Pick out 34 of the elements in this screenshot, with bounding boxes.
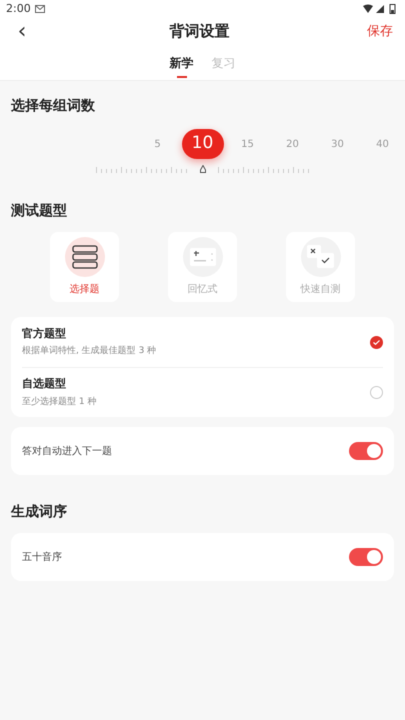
toggle-switch[interactable] <box>349 548 383 566</box>
back-button[interactable]: ‹ <box>12 20 32 42</box>
section-title: 生成词序 <box>10 502 68 522</box>
tab[interactable]: 新学 <box>170 54 194 78</box>
section-title: 选择每组词数 <box>10 97 96 116</box>
save-button[interactable]: 保存 <box>367 22 393 42</box>
page-title: 背词设置 <box>170 21 230 42</box>
list-icon <box>72 245 98 269</box>
mail-icon <box>34 5 45 13</box>
count-option[interactable]: 10 <box>182 129 224 159</box>
mode-card[interactable]: 回忆式 <box>168 232 237 302</box>
toggle-switch[interactable] <box>349 442 383 460</box>
pointer-icon <box>200 165 206 173</box>
setting-label: 答对自动进入下一题 <box>22 444 112 458</box>
radio-button[interactable] <box>370 386 383 399</box>
radio-button[interactable] <box>370 336 383 348</box>
tab[interactable]: 复习 <box>212 54 236 78</box>
status-time: 2:00 <box>6 0 31 17</box>
count-option[interactable]: 20 <box>286 136 299 152</box>
setting-label: 五十音序 <box>22 550 62 564</box>
count-option[interactable]: 5 <box>154 136 161 152</box>
check-icon <box>373 340 380 344</box>
count-option[interactable]: 40 <box>376 136 389 152</box>
section-title: 测试题型 <box>10 202 68 221</box>
mode-card[interactable]: 选择题 <box>50 232 119 302</box>
option-title: 官方题型 <box>22 326 67 342</box>
mode-card[interactable]: 快速自测 <box>286 232 355 302</box>
count-option[interactable]: 15 <box>241 136 254 152</box>
cross-check-icon <box>306 245 334 269</box>
option-description: 根据单词特性, 生成最佳题型 3 种 <box>22 345 156 358</box>
count-option[interactable]: 30 <box>331 136 344 152</box>
card-icon <box>190 248 216 266</box>
option-description: 至少选择题型 1 种 <box>22 396 96 408</box>
option-title: 自选题型 <box>22 376 67 392</box>
